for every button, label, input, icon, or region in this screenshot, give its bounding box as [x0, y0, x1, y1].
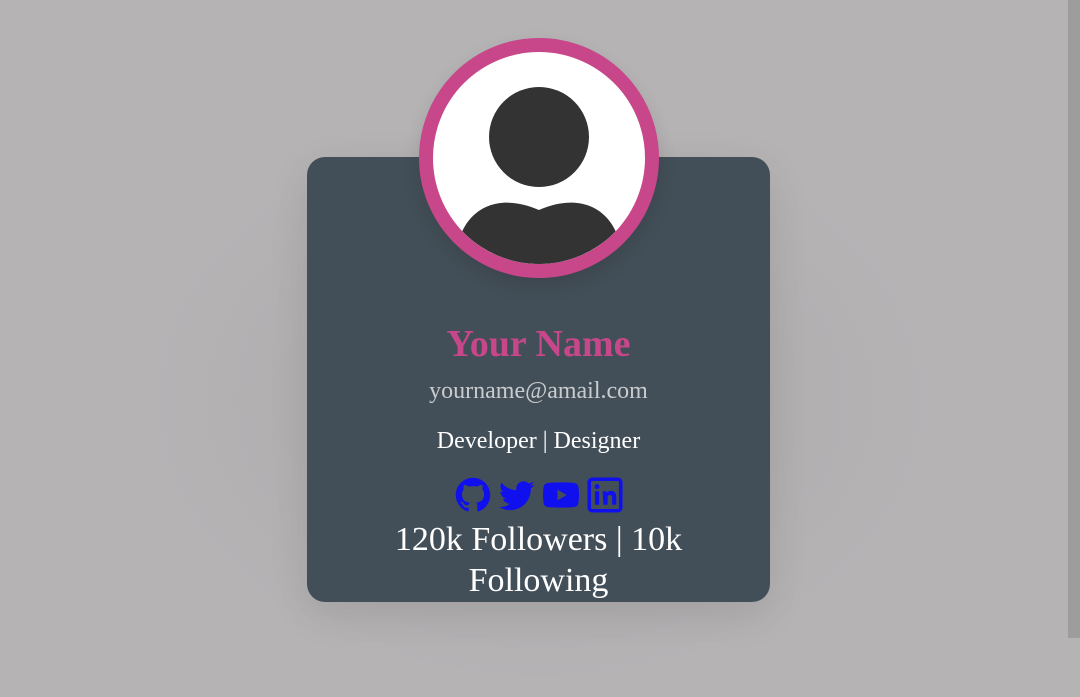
follower-stats: 120k Followers | 10k Following: [394, 521, 683, 599]
social-links: [307, 477, 770, 513]
profile-email: yourname@amail.com: [429, 378, 648, 404]
twitter-icon[interactable]: [498, 477, 535, 513]
profile-role: Developer | Designer: [436, 428, 641, 454]
youtube-icon[interactable]: [542, 477, 579, 513]
github-icon[interactable]: [455, 477, 491, 513]
profile-name: Your Name: [446, 323, 631, 365]
user-silhouette-icon: [447, 80, 631, 264]
scrollbar-track[interactable]: [1068, 0, 1080, 638]
linkedin-icon[interactable]: [586, 477, 623, 513]
avatar: [419, 38, 659, 278]
